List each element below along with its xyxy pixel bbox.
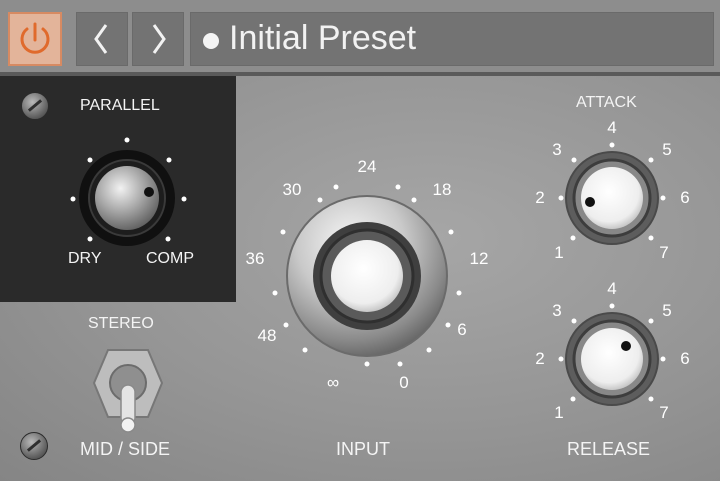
stereo-toggle-switch[interactable]	[88, 345, 168, 435]
attack-scale-label: 4	[607, 118, 617, 137]
input-knob[interactable]	[285, 194, 449, 358]
input-scale-label: 0	[399, 373, 409, 392]
release-scale-label: 7	[659, 403, 669, 422]
input-tick	[364, 361, 370, 367]
attack-scale-label: 5	[662, 140, 672, 159]
attack-scale-label: 6	[680, 188, 690, 207]
input-scale-label: 6	[457, 320, 467, 339]
power-button[interactable]	[8, 12, 62, 66]
parallel-knob[interactable]	[77, 148, 177, 248]
stereo-title: STEREO	[88, 315, 154, 332]
input-scale-label: 12	[469, 249, 489, 268]
preset-modified-dot	[203, 33, 219, 49]
release-scale-label: 4	[607, 279, 617, 298]
release-scale-label: 6	[680, 349, 690, 368]
release-tick	[558, 356, 564, 362]
input-scale-label: 48	[257, 326, 277, 345]
attack-tick	[558, 195, 564, 201]
screw-icon	[21, 92, 49, 120]
release-knob[interactable]	[564, 311, 660, 407]
parallel-comp-label: COMP	[146, 250, 194, 267]
attack-scale-label: 7	[659, 243, 669, 262]
release-scale-label: 1	[554, 403, 564, 422]
power-icon	[20, 22, 50, 54]
parallel-tick	[70, 196, 76, 202]
chevron-left-icon	[94, 24, 108, 54]
input-tick	[397, 361, 403, 367]
attack-tick	[609, 142, 615, 148]
attack-scale-label: 3	[552, 140, 562, 159]
attack-scale-label: 2	[535, 188, 545, 207]
stereo-mode-label: MID / SIDE	[80, 439, 171, 459]
release-title: RELEASE	[567, 439, 651, 459]
input-tick	[333, 184, 339, 190]
preset-name: Initial Preset	[229, 19, 417, 57]
release-scale-label: 2	[535, 349, 545, 368]
release-tick	[660, 356, 666, 362]
input-scale-label: 36	[245, 249, 265, 268]
chevron-right-icon	[152, 24, 166, 54]
input-tick	[395, 184, 401, 190]
input-tick	[272, 290, 278, 296]
input-title: INPUT	[336, 439, 390, 459]
parallel-dry-label: DRY	[68, 250, 102, 267]
previous-preset-button[interactable]	[76, 12, 128, 66]
release-tick	[609, 303, 615, 309]
attack-knob[interactable]	[564, 150, 660, 246]
parallel-tick	[181, 196, 187, 202]
preset-selector[interactable]: Initial Preset	[190, 12, 714, 66]
next-preset-button[interactable]	[132, 12, 184, 66]
screw-icon	[20, 432, 48, 460]
input-tick	[456, 290, 462, 296]
parallel-tick	[124, 137, 130, 143]
attack-scale-label: 1	[554, 243, 564, 262]
release-scale-label: 3	[552, 301, 562, 320]
input-scale-label: ∞	[326, 373, 340, 392]
input-scale-label: 24	[357, 157, 377, 176]
parallel-title: PARALLEL	[80, 97, 160, 114]
input-tick	[448, 229, 454, 235]
attack-title: ATTACK	[576, 94, 637, 111]
attack-tick	[660, 195, 666, 201]
toolbar: Initial Preset	[0, 0, 720, 76]
release-scale-label: 5	[662, 301, 672, 320]
